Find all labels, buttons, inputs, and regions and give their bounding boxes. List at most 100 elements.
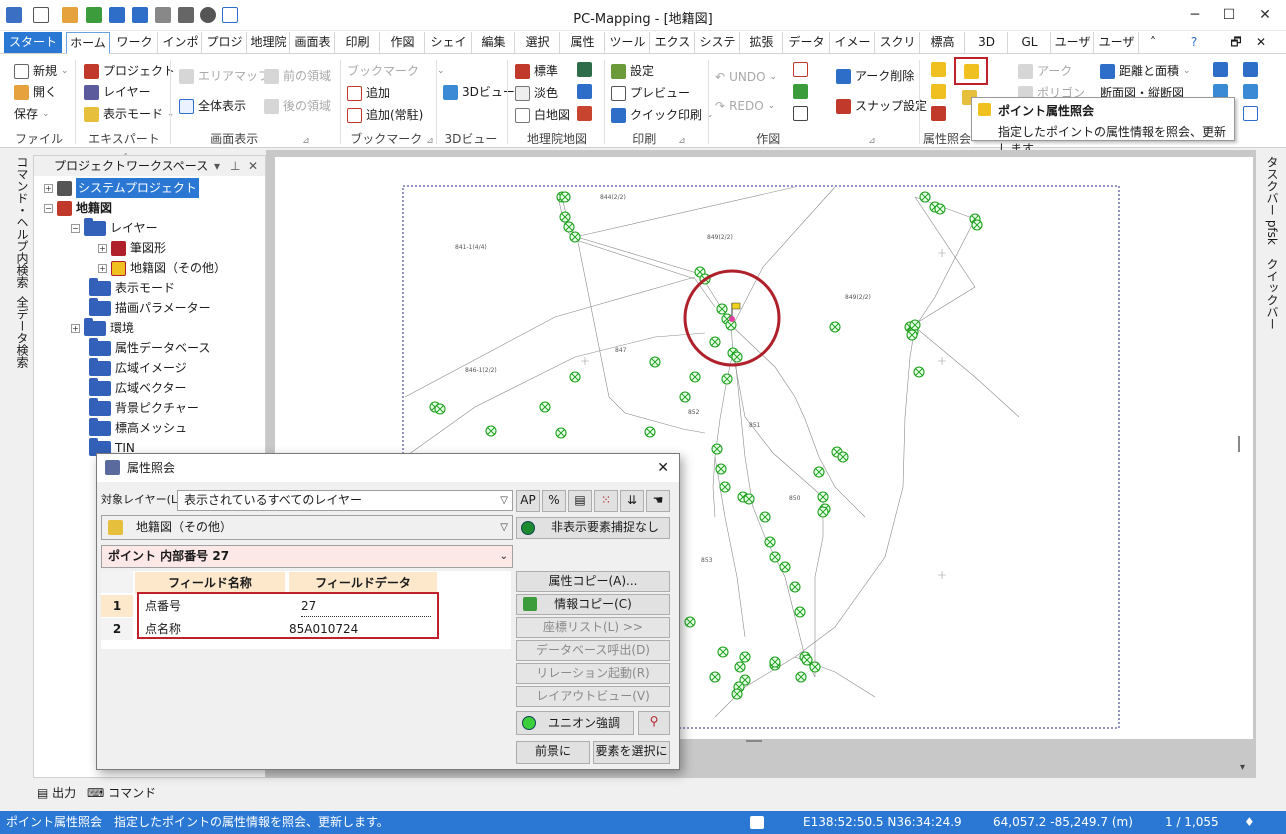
tree-item-background-picture[interactable]: 背景ピクチャー (89, 397, 199, 418)
survey-point-marker[interactable] (817, 506, 829, 518)
tree-item-environment[interactable]: + 環境 (71, 317, 134, 338)
column-header-field-name[interactable]: フィールド名称 (135, 572, 285, 594)
survey-point-marker[interactable] (971, 219, 983, 231)
tab-draw[interactable]: 作図 (381, 32, 425, 53)
mdi-close-button[interactable]: ✕ (1250, 32, 1272, 53)
survey-point-marker[interactable] (559, 211, 571, 223)
relief-map-icon[interactable] (577, 106, 592, 121)
survey-point-marker[interactable] (817, 491, 829, 503)
tab-user1[interactable]: ユーザー (1052, 32, 1094, 70)
layout-view-button[interactable]: レイアウトビュー(V) (516, 686, 670, 707)
full-view-button[interactable]: 全体表示 (179, 96, 246, 116)
quick-print-button[interactable]: クイック印刷 ⌄ (611, 105, 714, 125)
survey-point-marker[interactable] (679, 391, 691, 403)
close-button[interactable]: ✕ (1250, 4, 1280, 26)
flag-polygon-icon[interactable] (931, 106, 946, 121)
arrows-button[interactable]: ⇊ (620, 490, 644, 512)
tab-tool[interactable]: ツール (606, 32, 650, 53)
save-button[interactable]: 保存 ⌄ (14, 104, 50, 124)
tab-database[interactable]: データベ (784, 32, 830, 70)
tab-user2[interactable]: ユーザー (1095, 32, 1139, 70)
aerial-map-icon[interactable] (577, 84, 592, 99)
tab-edit[interactable]: 編集 (473, 32, 515, 53)
survey-point-marker[interactable] (716, 303, 728, 315)
area-map-button[interactable]: エリアマップ (179, 66, 270, 86)
minimize-button[interactable]: ─ (1180, 4, 1210, 26)
maximize-button[interactable]: ☐ (1214, 4, 1244, 26)
tab-home[interactable]: ホーム (66, 32, 110, 54)
attribute-copy-button[interactable]: 属性コピー(A)... (516, 571, 670, 592)
tree-item-elevation-mesh[interactable]: 標高メッシュ (89, 417, 187, 438)
union-highlight-toggle[interactable]: ユニオン強調 (516, 711, 634, 735)
survey-point-marker[interactable] (684, 616, 696, 628)
output-tab[interactable]: ▤ 出力 (37, 784, 76, 801)
survey-point-marker[interactable] (794, 606, 806, 618)
all-data-search-tab[interactable]: 全データ検索 (14, 296, 31, 368)
delete-x-icon[interactable] (793, 62, 808, 77)
layer-button[interactable]: レイヤー (84, 82, 151, 102)
survey-point-marker[interactable] (731, 688, 743, 700)
survey-point-marker[interactable] (644, 426, 656, 438)
survey-point-marker[interactable] (689, 371, 701, 383)
tree-item-cadastral-other[interactable]: + 地籍図（その他） (98, 258, 226, 278)
dot-select-button[interactable]: ⁙ (594, 490, 618, 512)
survey-point-marker[interactable] (721, 373, 733, 385)
tree-item-system-project[interactable]: + システムプロジェクト (44, 178, 199, 198)
bring-front-button[interactable]: 前景に (516, 741, 590, 764)
survey-point-marker[interactable] (813, 466, 825, 478)
bookmark-button[interactable]: ブックマーク ⌄ (347, 61, 445, 81)
gsi-pale-button[interactable]: 淡色 (515, 83, 558, 103)
survey-point-marker[interactable] (906, 329, 918, 341)
survey-point-marker[interactable] (913, 366, 925, 378)
taskbar-tab[interactable]: タスクバー pfsk (1264, 156, 1281, 245)
distance-area-button[interactable]: 距離と面積 ⌄ (1100, 61, 1191, 81)
horizontal-splitter[interactable] (746, 740, 762, 742)
print-preview-button[interactable]: プレビュー (611, 83, 690, 103)
close-icon[interactable]: ✕ (248, 156, 258, 176)
bookmark-add-button[interactable]: 追加 (347, 83, 390, 103)
window-icon[interactable] (1213, 62, 1228, 77)
survey-point-marker[interactable] (795, 671, 807, 683)
snap-settings-button[interactable]: スナップ設定 (836, 96, 927, 116)
3d-view-button[interactable]: 3Dビュー (443, 82, 515, 102)
survey-point-marker[interactable] (555, 427, 567, 439)
pin-icon[interactable]: ⚲ (638, 711, 670, 735)
survey-point-marker[interactable] (764, 536, 776, 548)
survey-point-marker[interactable] (769, 656, 781, 668)
tree-item-draw-params[interactable]: 描画パラメーター (89, 297, 211, 318)
survey-point-marker[interactable] (434, 403, 446, 415)
arc-delete-button[interactable]: アーク削除 (836, 66, 914, 86)
photo-map-icon[interactable] (577, 62, 592, 77)
new-button[interactable]: 新規 ⌄ (14, 61, 69, 81)
select-element-button[interactable]: 要素を選択に (593, 741, 670, 764)
pin-icon[interactable]: ⊥ (230, 156, 240, 176)
gsi-blank-button[interactable]: 白地図 (515, 105, 570, 125)
survey-point-marker[interactable] (837, 451, 849, 463)
tab-system[interactable]: システム (696, 32, 740, 70)
tab-print[interactable]: 印刷 (336, 32, 380, 53)
print-settings-button[interactable]: 設定 (611, 61, 654, 81)
tab-script[interactable]: スクリプ (876, 32, 920, 70)
survey-point-marker[interactable] (649, 356, 661, 368)
tab-start[interactable]: スタート (4, 32, 62, 53)
ribbon-collapse-button[interactable]: ˄ (1142, 32, 1164, 53)
survey-point-marker[interactable] (709, 336, 721, 348)
tab-gsi[interactable]: 地理院 (248, 32, 290, 53)
coordinate-list-button[interactable]: 座標リスト(L) >> (516, 617, 670, 638)
tree-item-wide-image[interactable]: 広域イメージ (89, 357, 187, 378)
survey-point-marker[interactable] (909, 319, 921, 331)
tab-shape[interactable]: シェイプ (426, 32, 472, 70)
project-button[interactable]: プロジェクト (84, 61, 175, 81)
survey-point-marker[interactable] (739, 651, 751, 663)
command-help-search-tab[interactable]: コマンド・ヘルプ内検索 (14, 156, 31, 288)
tab-image[interactable]: イメージ (831, 32, 875, 70)
flag-point-icon[interactable] (931, 84, 946, 99)
hidden-snap-toggle[interactable]: 非表示要素捕捉なし (516, 517, 670, 539)
tree-item-wide-vector[interactable]: 広域ベクター (89, 377, 187, 398)
mdi-restore-button[interactable]: 🗗 (1225, 32, 1247, 53)
survey-point-marker[interactable] (563, 221, 575, 233)
survey-point-marker[interactable] (801, 654, 813, 666)
survey-point-marker[interactable] (919, 191, 931, 203)
tab-workspace[interactable]: ワークス· (112, 32, 158, 70)
tab-import[interactable]: インポー (160, 32, 202, 70)
